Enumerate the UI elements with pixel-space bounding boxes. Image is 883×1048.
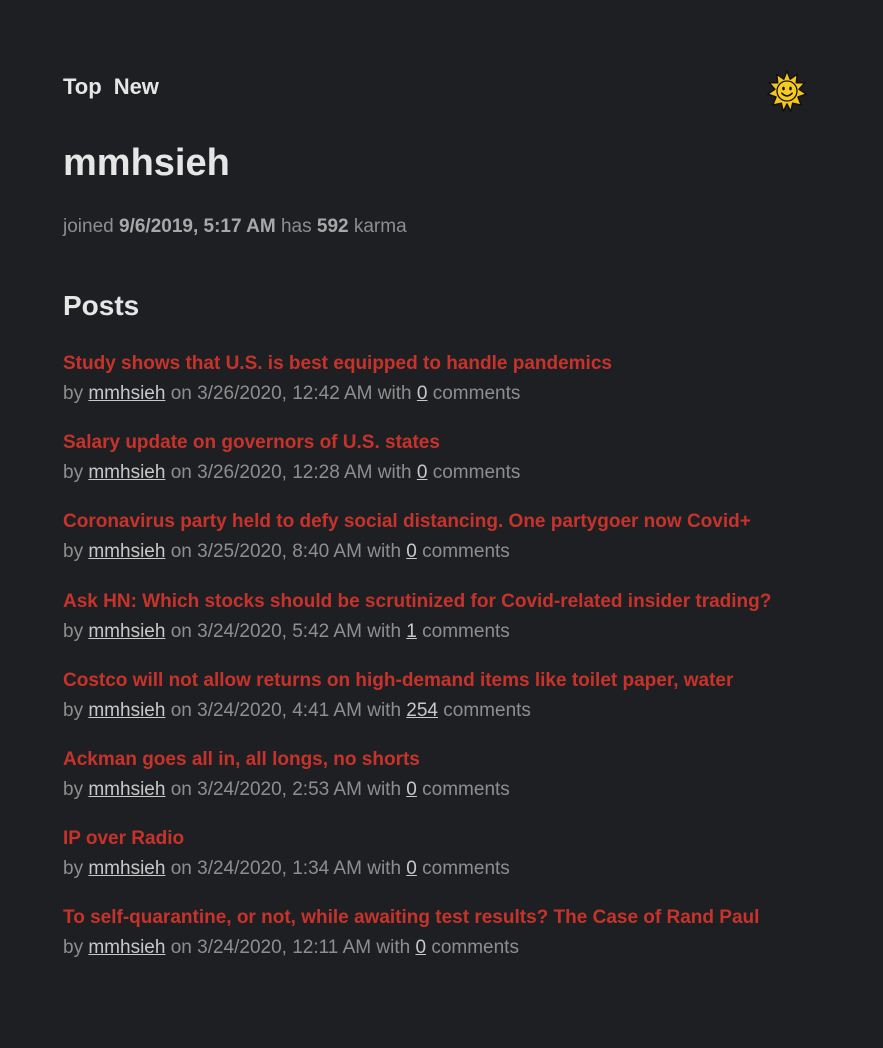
post-by: by xyxy=(63,778,84,800)
post-by: by xyxy=(63,937,84,959)
post-by: by xyxy=(63,541,84,563)
post-item: Costco will not allow returns on high-de… xyxy=(63,669,843,748)
post-item: Coronavirus party held to defy social di… xyxy=(63,510,843,589)
post-on: on xyxy=(170,462,192,484)
post-with: with xyxy=(367,858,402,880)
post-date: 3/24/2020, 12:11 AM xyxy=(197,937,372,959)
karma-suffix: karma xyxy=(353,216,407,237)
post-author-link[interactable]: mmhsieh xyxy=(88,700,165,721)
posts-heading: Posts xyxy=(63,290,140,321)
posts-list: Study shows that U.S. is best equipped t… xyxy=(63,352,843,986)
post-on: on xyxy=(170,699,192,721)
post-on: on xyxy=(170,858,192,880)
post-comments-link[interactable]: 254 xyxy=(406,700,438,721)
post-on: on xyxy=(170,937,192,959)
nav-new-link[interactable]: New xyxy=(114,74,159,100)
post-meta: by mmhsieh on 3/24/2020, 2:53 AM with 0 … xyxy=(63,778,843,802)
post-item: IP over Radio by mmhsieh on 3/24/2020, 1… xyxy=(63,827,843,906)
post-comments-suffix: comments xyxy=(422,541,510,563)
joined-date: 9/6/2019, 5:17 AM xyxy=(119,216,276,237)
post-meta: by mmhsieh on 3/24/2020, 12:11 AM with 0… xyxy=(63,936,843,960)
post-with: with xyxy=(377,383,412,404)
post-with: with xyxy=(377,462,412,484)
post-title-link[interactable]: Coronavirus party held to defy social di… xyxy=(63,510,843,534)
post-item: Study shows that U.S. is best equipped t… xyxy=(63,352,843,431)
post-with: with xyxy=(367,778,402,800)
post-title-link[interactable]: Study shows that U.S. is best equipped t… xyxy=(63,352,843,376)
post-meta: by mmhsieh on 3/26/2020, 12:42 AM with 0… xyxy=(63,382,843,406)
post-comments-link[interactable]: 0 xyxy=(415,937,426,958)
post-title-link[interactable]: Salary update on governors of U.S. state… xyxy=(63,431,843,455)
post-with: with xyxy=(376,937,411,959)
karma-prefix: has xyxy=(280,216,312,237)
post-title-link[interactable]: Ask HN: Which stocks should be scrutiniz… xyxy=(63,590,843,614)
post-date: 3/24/2020, 2:53 AM xyxy=(197,778,362,800)
post-title-link[interactable]: IP over Radio xyxy=(63,827,843,851)
post-meta: by mmhsieh on 3/24/2020, 4:41 AM with 25… xyxy=(63,699,843,723)
post-author-link[interactable]: mmhsieh xyxy=(88,779,165,800)
post-title-link[interactable]: To self-quarantine, or not, while awaiti… xyxy=(63,906,843,930)
post-date: 3/24/2020, 5:42 AM xyxy=(197,620,362,642)
post-comments-suffix: comments xyxy=(431,937,519,959)
post-comments-suffix: comments xyxy=(422,620,510,642)
post-comments-link[interactable]: 0 xyxy=(417,383,428,404)
post-meta: by mmhsieh on 3/24/2020, 1:34 AM with 0 … xyxy=(63,857,843,881)
post-with: with xyxy=(367,541,402,563)
post-on: on xyxy=(170,383,192,404)
post-meta: by mmhsieh on 3/26/2020, 12:28 AM with 0… xyxy=(63,461,843,485)
profile-username: mmhsieh xyxy=(63,142,230,184)
post-comments-suffix: comments xyxy=(432,383,521,404)
post-with: with xyxy=(367,620,402,642)
post-author-link[interactable]: mmhsieh xyxy=(88,937,165,958)
post-comments-link[interactable]: 1 xyxy=(406,621,417,642)
post-author-link[interactable]: mmhsieh xyxy=(88,621,165,642)
post-title-link[interactable]: Ackman goes all in, all longs, no shorts xyxy=(63,748,843,772)
post-author-link[interactable]: mmhsieh xyxy=(88,383,165,404)
post-by: by xyxy=(63,462,84,484)
post-comments-suffix: comments xyxy=(422,778,510,800)
post-on: on xyxy=(170,778,192,800)
joined-prefix: joined xyxy=(63,216,114,237)
post-comments-link[interactable]: 0 xyxy=(406,779,417,800)
post-author-link[interactable]: mmhsieh xyxy=(88,541,165,562)
post-date: 3/24/2020, 4:41 AM xyxy=(197,699,362,721)
post-item: Salary update on governors of U.S. state… xyxy=(63,431,843,510)
post-comments-suffix: comments xyxy=(422,858,510,880)
profile-meta: joined 9/6/2019, 5:17 AM has 592 karma xyxy=(63,216,407,238)
post-item: Ackman goes all in, all longs, no shorts… xyxy=(63,748,843,827)
post-on: on xyxy=(170,541,192,563)
post-comments-link[interactable]: 0 xyxy=(406,541,417,562)
post-item: To self-quarantine, or not, while awaiti… xyxy=(63,906,843,985)
karma-value: 592 xyxy=(316,216,349,237)
post-meta: by mmhsieh on 3/25/2020, 8:40 AM with 0 … xyxy=(63,540,843,564)
post-by: by xyxy=(63,858,84,880)
post-with: with xyxy=(367,699,402,721)
nav-top-link[interactable]: Top xyxy=(63,74,102,100)
post-date: 3/26/2020, 12:28 AM xyxy=(197,462,373,484)
page: Top New mmhsieh joined 9/6/2019, 5:17 AM… xyxy=(0,0,883,1048)
post-date: 3/26/2020, 12:42 AM xyxy=(197,383,373,404)
post-author-link[interactable]: mmhsieh xyxy=(88,462,165,483)
post-author-link[interactable]: mmhsieh xyxy=(88,858,165,879)
post-comments-suffix: comments xyxy=(432,462,521,484)
post-on: on xyxy=(170,620,192,642)
post-date: 3/25/2020, 8:40 AM xyxy=(197,541,362,563)
sun-icon xyxy=(766,70,808,113)
post-by: by xyxy=(63,699,84,721)
post-by: by xyxy=(63,620,84,642)
post-item: Ask HN: Which stocks should be scrutiniz… xyxy=(63,590,843,669)
post-meta: by mmhsieh on 3/24/2020, 5:42 AM with 1 … xyxy=(63,620,843,644)
post-comments-link[interactable]: 0 xyxy=(417,462,428,483)
post-comments-link[interactable]: 0 xyxy=(406,858,417,879)
post-date: 3/24/2020, 1:34 AM xyxy=(197,858,362,880)
top-nav: Top New xyxy=(63,74,159,100)
post-comments-suffix: comments xyxy=(443,699,531,721)
theme-toggle-button[interactable] xyxy=(766,70,808,113)
post-by: by xyxy=(63,383,84,404)
post-title-link[interactable]: Costco will not allow returns on high-de… xyxy=(63,669,843,693)
